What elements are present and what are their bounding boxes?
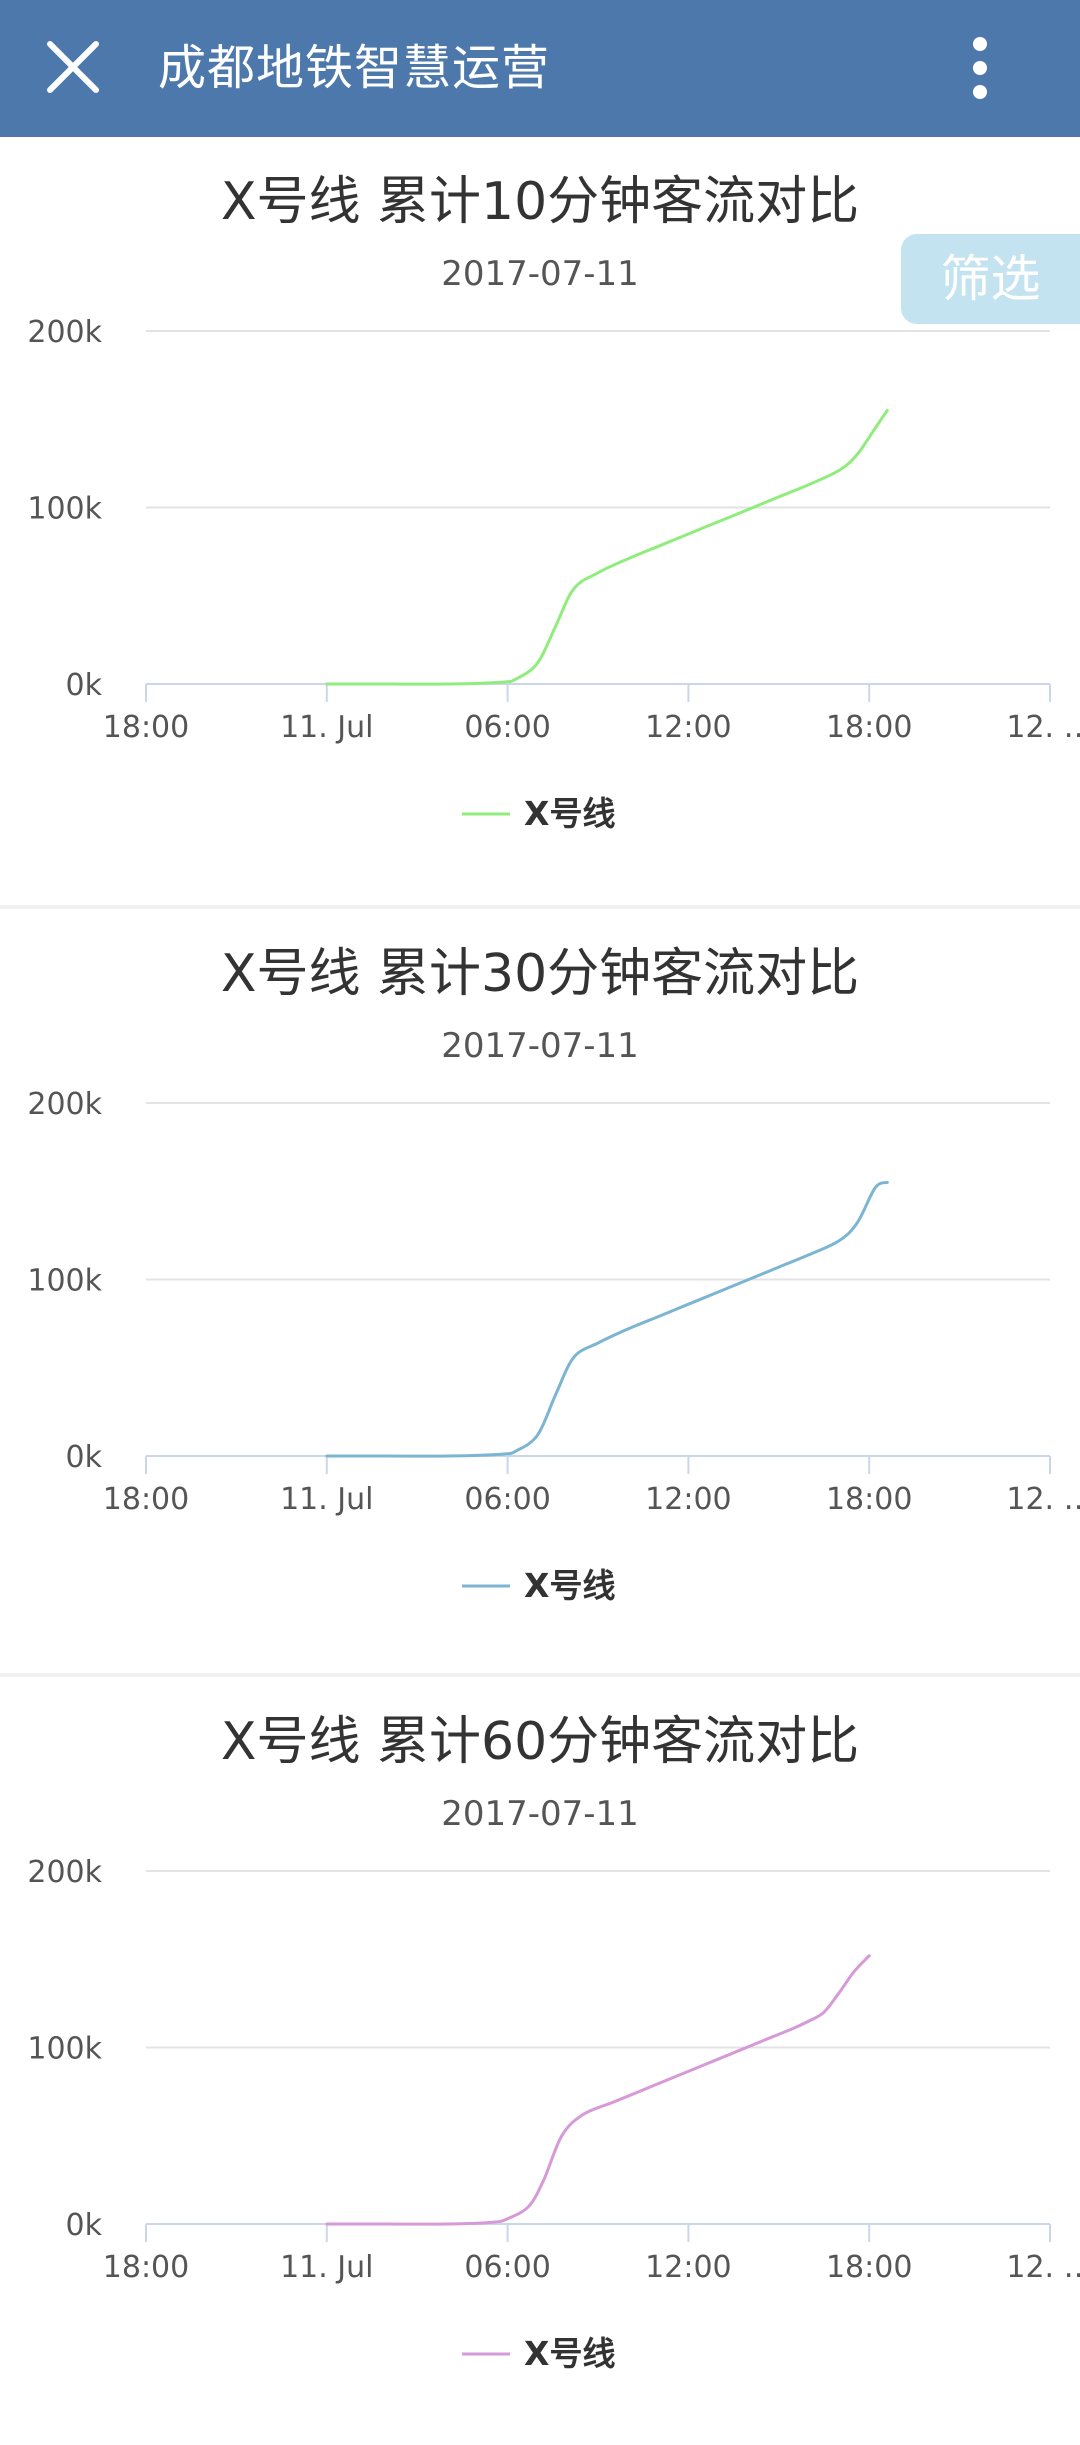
y-tick-label: 200k [27, 1087, 102, 1122]
x-tick-label: 11. Jul [280, 710, 373, 745]
series-line [325, 1954, 871, 2226]
y-tick-label: 100k [27, 1264, 102, 1299]
series-line [325, 408, 889, 686]
x-tick-label: 06:00 [464, 1482, 550, 1517]
filter-button[interactable]: 筛选 [901, 234, 1080, 324]
x-tick-label: 18:00 [826, 2250, 912, 2285]
close-icon [47, 41, 99, 93]
y-tick-label: 200k [27, 1855, 102, 1890]
x-tick-label: 12. … [1006, 1482, 1080, 1517]
chart-title: X号线 累计10分钟客流对比 [221, 172, 859, 232]
x-tick-label: 18:00 [103, 1482, 189, 1517]
y-tick-label: 100k [27, 492, 102, 527]
chart-subtitle: 2017-07-11 [441, 1794, 639, 1834]
app-header: 成都地铁智慧运营 [0, 0, 1080, 137]
chart-panel-60min: X号线 累计60分钟客流对比 2017-07-11 200k 100k 0k 18:00 1… [0, 1677, 1080, 2445]
x-tick-label: 12. … [1006, 710, 1080, 745]
y-tick-label: 200k [27, 315, 102, 350]
x-tick-label: 18:00 [103, 710, 189, 745]
y-tick-label: 0k [66, 1440, 103, 1475]
y-tick-label: 0k [66, 2208, 103, 2243]
more-vert-icon [973, 37, 987, 99]
x-tick-label: 12:00 [645, 1482, 731, 1517]
chart-panel-30min: X号线 累计30分钟客流对比 2017-07-11 200k 100k 0k 18:00 1… [0, 909, 1080, 1677]
chart-title: X号线 累计60分钟客流对比 [221, 1712, 859, 1772]
y-tick-label: 0k [66, 668, 103, 703]
more-options-button[interactable] [950, 28, 1010, 108]
app-title: 成都地铁智慧运营 [158, 40, 551, 96]
series-line [325, 1180, 889, 1458]
x-tick-label: 06:00 [464, 710, 550, 745]
x-tick-label: 18:00 [826, 1482, 912, 1517]
chart-subtitle: 2017-07-11 [441, 1026, 639, 1066]
x-tick-label: 11. Jul [280, 2250, 373, 2285]
x-tick-label: 12:00 [645, 710, 731, 745]
legend-label: X号线 [524, 794, 615, 833]
x-tick-label: 18:00 [103, 2250, 189, 2285]
x-tick-label: 12. … [1006, 2250, 1080, 2285]
y-tick-label: 100k [27, 2032, 102, 2067]
close-button[interactable] [36, 30, 110, 104]
x-tick-label: 12:00 [645, 2250, 731, 2285]
legend-item[interactable]: X号线 [462, 1566, 615, 1605]
chart-60min: X号线 累计60分钟客流对比2017-07-11200k100k0k18:00 1… [27, 1712, 1080, 2373]
chart-subtitle: 2017-07-11 [441, 254, 639, 294]
legend-label: X号线 [524, 2334, 615, 2373]
x-tick-label: 06:00 [464, 2250, 550, 2285]
x-tick-label: 18:00 [826, 710, 912, 745]
legend-item[interactable]: X号线 [462, 794, 615, 833]
legend-label: X号线 [524, 1566, 615, 1605]
chart-30min: X号线 累计30分钟客流对比2017-07-11200k100k0k18:00 1… [27, 944, 1080, 1605]
legend-item[interactable]: X号线 [462, 2334, 615, 2373]
x-tick-label: 11. Jul [280, 1482, 373, 1517]
chart-title: X号线 累计30分钟客流对比 [221, 944, 859, 1004]
